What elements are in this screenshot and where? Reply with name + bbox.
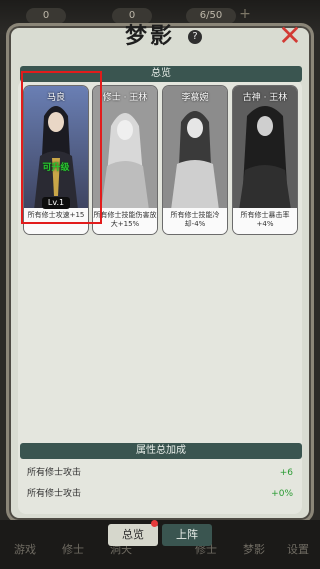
stat-row: 所有修士攻击 +6	[27, 466, 293, 480]
attribute-summary-header: 属性总加成	[20, 443, 302, 459]
card-ancient-god-wang-lin[interactable]: 古神 · 王林 所有修士暴击率+4%	[233, 86, 297, 234]
close-icon[interactable]: ✕	[276, 22, 304, 50]
card-li-muwan[interactable]: 李慕婉 所有修士技能冷却-4%	[163, 86, 227, 234]
character-portrait	[233, 86, 297, 210]
card-caption: 所有修士技能伤害放大+15%	[93, 208, 157, 234]
stat-row: 所有修士攻击 +0%	[27, 487, 293, 501]
nav-item-1[interactable]: 游戏	[14, 541, 36, 557]
card-name: 修士 · 王林	[102, 93, 148, 103]
card-name: 李慕婉	[181, 93, 209, 103]
character-portrait	[93, 86, 157, 210]
bottom-nav	[0, 520, 320, 569]
card-cultivator-wang-lin[interactable]: 修士 · 王林 所有修士技能伤害放大+15%	[93, 86, 157, 234]
selection-highlight	[21, 71, 102, 224]
nav-item-2[interactable]: 修士	[62, 541, 84, 557]
tab-deploy[interactable]: 上阵	[162, 524, 212, 546]
stat-label: 所有修士攻击	[27, 489, 82, 499]
resource-counter-1: 0	[26, 8, 66, 24]
stat-value: +6	[279, 468, 293, 478]
nav-item-5[interactable]: 梦影	[243, 541, 265, 557]
window-title: 梦影	[125, 23, 176, 49]
card-caption: 所有修士技能冷却-4%	[163, 208, 227, 234]
help-icon[interactable]: ?	[188, 30, 202, 44]
stat-value: +0%	[271, 489, 293, 499]
card-name: 古神 · 王林	[242, 93, 288, 103]
add-resource-icon[interactable]: +	[238, 7, 252, 21]
nav-item-6[interactable]: 设置	[287, 541, 309, 557]
stat-label: 所有修士攻击	[27, 468, 82, 478]
notification-dot	[151, 520, 158, 527]
tab-overview[interactable]: 总览	[108, 524, 158, 546]
card-caption: 所有修士暴击率+4%	[233, 208, 297, 234]
character-portrait	[163, 86, 227, 210]
